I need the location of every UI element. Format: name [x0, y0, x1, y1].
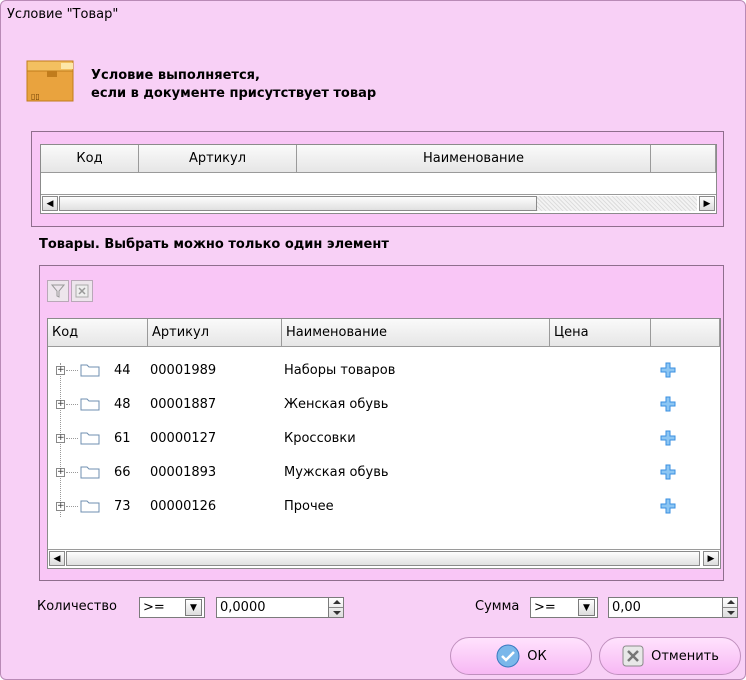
condition-dialog: Условие "Товар" ▯▯ Условие выполняется, … [0, 0, 746, 680]
expand-icon[interactable]: + [56, 365, 65, 375]
scroll-right-arrow[interactable]: ▶ [703, 551, 719, 566]
scroll-left-arrow[interactable]: ◀ [42, 196, 58, 211]
tree-connector [66, 505, 78, 507]
cell-name: Прочее [284, 498, 334, 514]
header-text: Условие выполняется, если в документе пр… [91, 67, 376, 103]
cell-code: 61 [114, 430, 131, 446]
col-head-article[interactable]: Артикул [139, 145, 297, 173]
selected-grid: Код Артикул Наименование ◀ ▶ [40, 144, 717, 214]
cancel-button[interactable]: Отменить [599, 637, 741, 675]
expand-icon[interactable]: + [56, 399, 65, 409]
ok-button-label: ОК [527, 648, 547, 664]
folder-icon [80, 364, 100, 377]
filter-button[interactable] [47, 280, 69, 302]
sum-value: 0,00 [612, 600, 641, 615]
scroll-thumb[interactable] [66, 551, 700, 566]
cell-code: 48 [114, 396, 131, 412]
sum-label: Сумма [475, 599, 520, 614]
add-icon[interactable] [660, 430, 676, 446]
products-hscroll[interactable]: ◀ ▶ [48, 549, 720, 567]
add-icon[interactable] [660, 396, 676, 412]
cancel-icon [622, 645, 644, 667]
products-title: Товары. Выбрать можно только один элемен… [39, 237, 389, 252]
box-icon: ▯▯ [26, 60, 74, 102]
col-head-extra[interactable] [651, 145, 716, 173]
cell-code: 44 [114, 362, 131, 378]
header-line-1: Условие выполняется, [91, 68, 260, 83]
header-line-2: если в документе присутствует товар [91, 86, 377, 101]
cell-name: Наборы товаров [284, 362, 396, 378]
sum-spinner[interactable] [722, 597, 738, 618]
add-icon[interactable] [660, 498, 676, 514]
tree-connector [66, 403, 78, 405]
table-row[interactable]: + 73 00000126 Прочее [48, 489, 720, 523]
scroll-thumb[interactable] [59, 196, 537, 211]
folder-icon [80, 500, 100, 513]
chevron-down-icon[interactable]: ▼ [185, 599, 202, 616]
tree-connector [66, 437, 78, 439]
sum-operator-value: >= [534, 600, 556, 615]
col-head-code[interactable]: Код [41, 145, 139, 173]
clear-filter-icon [75, 284, 89, 298]
cell-name: Женская обувь [284, 396, 389, 412]
check-icon [496, 644, 520, 668]
sum-input[interactable]: 0,00 [608, 597, 738, 618]
products-grid-header: Код Артикул Наименование Цена [48, 319, 720, 347]
cell-article: 00000126 [150, 498, 217, 514]
scroll-right-arrow[interactable]: ▶ [699, 196, 715, 211]
svg-text:▯▯: ▯▯ [31, 92, 40, 101]
selected-hscroll[interactable]: ◀ ▶ [41, 194, 716, 212]
cell-article: 00000127 [150, 430, 217, 446]
cell-article: 00001887 [150, 396, 217, 412]
folder-icon [80, 466, 100, 479]
folder-icon [80, 432, 100, 445]
quantity-label: Количество [37, 599, 117, 614]
expand-icon[interactable]: + [56, 501, 65, 511]
add-icon[interactable] [660, 464, 676, 480]
add-icon[interactable] [660, 362, 676, 378]
quantity-spinner[interactable] [328, 597, 344, 618]
cancel-button-label: Отменить [651, 648, 719, 664]
selected-panel: Код Артикул Наименование ◀ ▶ [31, 131, 724, 227]
ok-button[interactable]: ОК [450, 637, 592, 675]
scroll-track[interactable] [537, 196, 697, 211]
expand-icon[interactable]: + [56, 467, 65, 477]
clear-filter-button[interactable] [71, 280, 93, 302]
tree-connector [66, 369, 78, 371]
col-head-article[interactable]: Артикул [148, 319, 282, 347]
cell-code: 66 [114, 464, 131, 480]
table-row[interactable]: + 44 00001989 Наборы товаров [48, 353, 720, 387]
window-title: Условие "Товар" [7, 7, 119, 22]
tree-connector [66, 471, 78, 473]
expand-icon[interactable]: + [56, 433, 65, 443]
products-grid: Код Артикул Наименование Цена + 44 00001… [47, 318, 721, 569]
quantity-operator-value: >= [143, 600, 165, 615]
filter-icon [51, 284, 65, 298]
selected-grid-header: Код Артикул Наименование [41, 145, 716, 173]
cell-code: 73 [114, 498, 131, 514]
cell-article: 00001893 [150, 464, 217, 480]
col-head-code[interactable]: Код [48, 319, 148, 347]
scroll-left-arrow[interactable]: ◀ [49, 551, 65, 566]
col-head-add[interactable] [651, 319, 720, 347]
cell-name: Мужская обувь [284, 464, 389, 480]
col-head-name[interactable]: Наименование [282, 319, 550, 347]
cell-article: 00001989 [150, 362, 217, 378]
table-row[interactable]: + 61 00000127 Кроссовки [48, 421, 720, 455]
cell-name: Кроссовки [284, 430, 356, 446]
folder-icon [80, 398, 100, 411]
table-row[interactable]: + 66 00001893 Мужская обувь [48, 455, 720, 489]
col-head-price[interactable]: Цена [550, 319, 651, 347]
table-row[interactable]: + 48 00001887 Женская обувь [48, 387, 720, 421]
col-head-name[interactable]: Наименование [297, 145, 651, 173]
chevron-down-icon[interactable]: ▼ [578, 599, 595, 616]
quantity-value: 0,0000 [220, 600, 266, 615]
quantity-input[interactable]: 0,0000 [216, 597, 344, 618]
